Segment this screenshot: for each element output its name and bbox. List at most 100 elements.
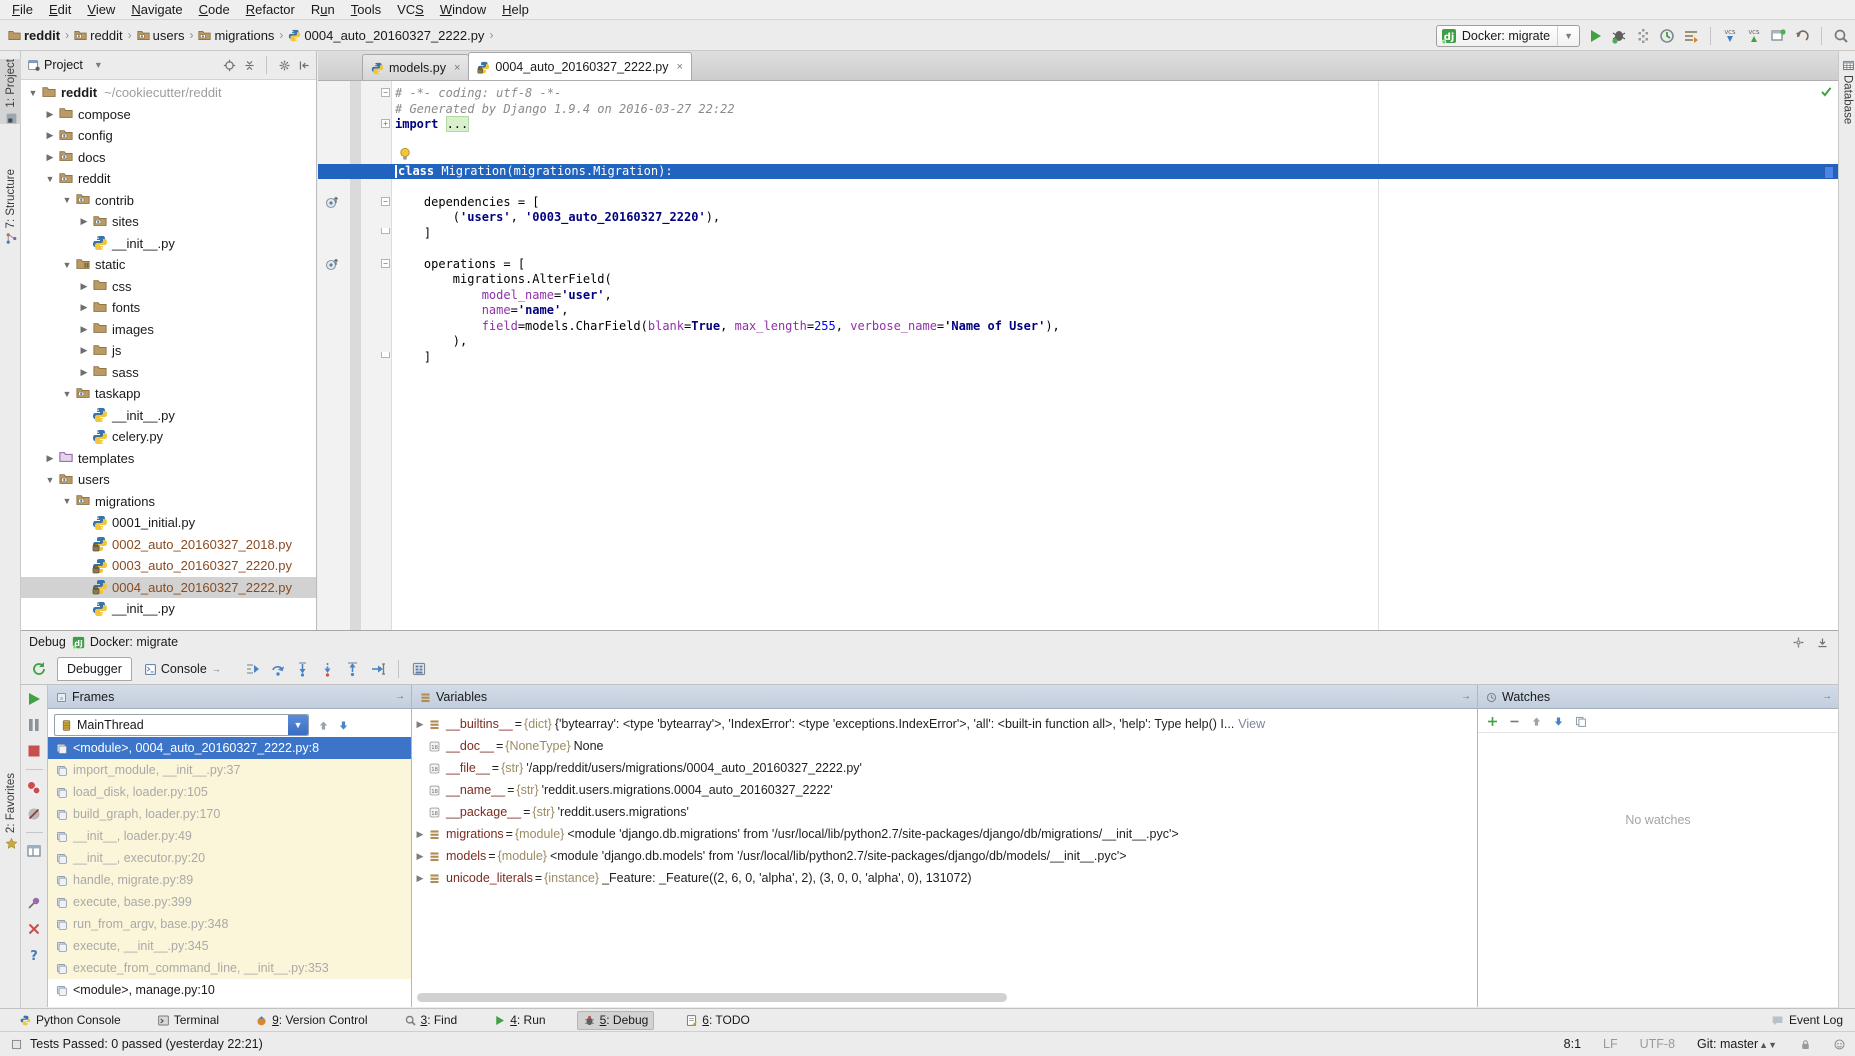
tree-item-reddit[interactable]: ▼reddit~/cookiecutter/reddit xyxy=(21,82,316,104)
frame-row[interactable]: handle, migrate.py:89 xyxy=(48,869,411,891)
tool-stripe-favorites[interactable]: 2: Favorites xyxy=(0,773,21,849)
frame-row[interactable]: build_graph, loader.py:170 xyxy=(48,803,411,825)
hector-inspections-icon[interactable] xyxy=(1833,1038,1845,1050)
tree-item--init-py[interactable]: __init__.py xyxy=(21,598,316,620)
toolwindow-button-python-console[interactable]: Python Console xyxy=(14,1011,126,1030)
step-into-icon[interactable] xyxy=(295,661,311,677)
tree-expander-icon[interactable]: ▶ xyxy=(44,130,56,141)
frame-row[interactable]: __init__, loader.py:49 xyxy=(48,825,411,847)
panel-options-icon[interactable]: → xyxy=(1822,691,1832,702)
frame-down-icon[interactable] xyxy=(337,719,349,731)
debug-tab-console[interactable]: Console→ xyxy=(134,657,231,681)
debug-bug-icon[interactable] xyxy=(1611,28,1627,44)
tree-item-celery-py[interactable]: celery.py xyxy=(21,426,316,448)
tree-item-migrations[interactable]: ▼migrations xyxy=(21,491,316,513)
tool-stripe-structure[interactable]: 7: Structure xyxy=(0,169,21,244)
thread-combo[interactable]: MainThread ▼ xyxy=(54,714,309,736)
tree-item-fonts[interactable]: ▶fonts xyxy=(21,297,316,319)
readonly-lock-icon[interactable] xyxy=(1799,1038,1811,1050)
variable-row[interactable]: ▶models = {module}<module 'django.db.mod… xyxy=(412,845,1477,867)
code-line[interactable] xyxy=(318,241,1838,257)
frame-row[interactable]: <module>, manage.py:10 xyxy=(48,979,411,1001)
tree-expander-icon[interactable]: ▶ xyxy=(78,367,90,378)
tree-expander-icon[interactable]: ▼ xyxy=(44,475,56,485)
combo-arrow-icon[interactable]: ▼ xyxy=(288,715,308,735)
vcs-down-icon[interactable]: VCS xyxy=(1722,28,1738,44)
tree-expander-icon[interactable]: ▼ xyxy=(61,195,73,205)
menu-code[interactable]: Code xyxy=(191,2,238,17)
tree-item-sass[interactable]: ▶sass xyxy=(21,362,316,384)
menu-view[interactable]: View xyxy=(79,2,123,17)
tree-item--init-py[interactable]: __init__.py xyxy=(21,233,316,255)
resume-icon[interactable] xyxy=(26,691,42,707)
hide-left-icon[interactable] xyxy=(298,59,310,71)
settings-gear-icon[interactable] xyxy=(1792,636,1804,648)
tree-item-reddit[interactable]: ▼reddit xyxy=(21,168,316,190)
frame-row[interactable]: run_from_argv, base.py:348 xyxy=(48,913,411,935)
toolwindow-button-4-run[interactable]: 4: Run xyxy=(488,1011,550,1030)
code-line[interactable]: import ... xyxy=(318,117,1838,133)
watch-add-icon[interactable] xyxy=(1486,715,1498,727)
git-branch[interactable]: Git: master▲▼ xyxy=(1697,1037,1777,1051)
tree-item-templates[interactable]: ▶templates xyxy=(21,448,316,470)
panel-options-icon[interactable]: → xyxy=(395,691,405,702)
step-over-icon[interactable] xyxy=(270,661,286,677)
tasks-icon[interactable] xyxy=(1683,28,1699,44)
force-step-into-icon[interactable] xyxy=(320,661,336,677)
variable-expander-icon[interactable]: ▶ xyxy=(412,829,428,840)
view-link[interactable]: View xyxy=(1234,717,1265,731)
panel-options-icon[interactable]: → xyxy=(1461,691,1471,702)
variable-row[interactable]: ▶__builtins__ = {dict}{'bytearray': <typ… xyxy=(412,713,1477,735)
frame-row[interactable]: execute_from_command_line, __init__.py:3… xyxy=(48,957,411,979)
tree-expander-icon[interactable]: ▶ xyxy=(78,216,90,227)
watch-move-up-icon[interactable] xyxy=(1530,715,1542,727)
tree-item-0002-auto-20160327-2018-py[interactable]: 0002_auto_20160327_2018.py xyxy=(21,534,316,556)
variable-row[interactable]: 18__name__ = {str}'reddit.users.migratio… xyxy=(412,779,1477,801)
gear-icon[interactable] xyxy=(278,59,290,71)
tool-stripe-project[interactable]: 1: Project xyxy=(0,59,21,124)
toolwindow-button-6-todo[interactable]: 6: TODO xyxy=(680,1011,755,1030)
view-breakpoints-icon[interactable] xyxy=(26,780,42,796)
editor-tab-0004-auto-20160327-2222-py[interactable]: 0004_auto_20160327_2222.py× xyxy=(468,52,692,80)
tree-expander-icon[interactable]: ▶ xyxy=(44,109,56,120)
rerun-icon[interactable] xyxy=(31,661,47,677)
tree-item-css[interactable]: ▶css xyxy=(21,276,316,298)
code-line[interactable]: ('users', '0003_auto_20160327_2220'), xyxy=(318,210,1838,226)
inspection-ok-icon[interactable] xyxy=(1820,85,1832,97)
tree-expander-icon[interactable]: ▶ xyxy=(78,324,90,335)
breadcrumb-item[interactable]: users xyxy=(137,28,185,43)
editor-code-area[interactable]: −+−−− # -*- coding: utf-8 -*-# Generated… xyxy=(318,81,1838,630)
watch-remove-icon[interactable] xyxy=(1508,715,1520,727)
code-line[interactable]: ] xyxy=(318,226,1838,242)
menu-vcs[interactable]: VCS xyxy=(389,2,432,17)
code-line[interactable] xyxy=(318,148,1838,164)
menu-navigate[interactable]: Navigate xyxy=(123,2,190,17)
toolwindow-button-3-find[interactable]: 3: Find xyxy=(399,1011,463,1030)
menu-help[interactable]: Help xyxy=(494,2,537,17)
editor-tab-models-py[interactable]: models.py× xyxy=(362,54,469,80)
run-to-cursor-icon[interactable] xyxy=(370,661,386,677)
frame-row[interactable]: __init__, executor.py:20 xyxy=(48,847,411,869)
breadcrumb-item[interactable]: migrations xyxy=(198,28,274,43)
code-line[interactable]: name='name', xyxy=(318,303,1838,319)
tree-item-users[interactable]: ▼users xyxy=(21,469,316,491)
frame-row[interactable]: import_module, __init__.py:37 xyxy=(48,759,411,781)
crosshair-icon[interactable] xyxy=(223,59,235,71)
frame-row[interactable]: execute, __init__.py:345 xyxy=(48,935,411,957)
code-line[interactable] xyxy=(318,179,1838,195)
pin-icon[interactable] xyxy=(26,895,42,911)
variable-row[interactable]: 18__file__ = {str}'/app/reddit/users/mig… xyxy=(412,757,1477,779)
menu-window[interactable]: Window xyxy=(432,2,494,17)
code-line-current[interactable]: class Migration(migrations.Migration): xyxy=(318,164,1838,180)
breadcrumb-item[interactable]: reddit xyxy=(74,28,123,43)
tree-item--init-py[interactable]: __init__.py xyxy=(21,405,316,427)
code-line[interactable]: ), xyxy=(318,334,1838,350)
collapse-icon[interactable] xyxy=(243,59,255,71)
caret-position[interactable]: 8:1 xyxy=(1564,1037,1581,1051)
run-icon[interactable] xyxy=(1587,28,1603,44)
evaluate-expression-icon[interactable] xyxy=(411,661,427,677)
code-line[interactable]: migrations.AlterField( xyxy=(318,272,1838,288)
tree-item-js[interactable]: ▶js xyxy=(21,340,316,362)
close-icon[interactable] xyxy=(26,921,42,937)
tree-expander-icon[interactable]: ▼ xyxy=(61,389,73,399)
